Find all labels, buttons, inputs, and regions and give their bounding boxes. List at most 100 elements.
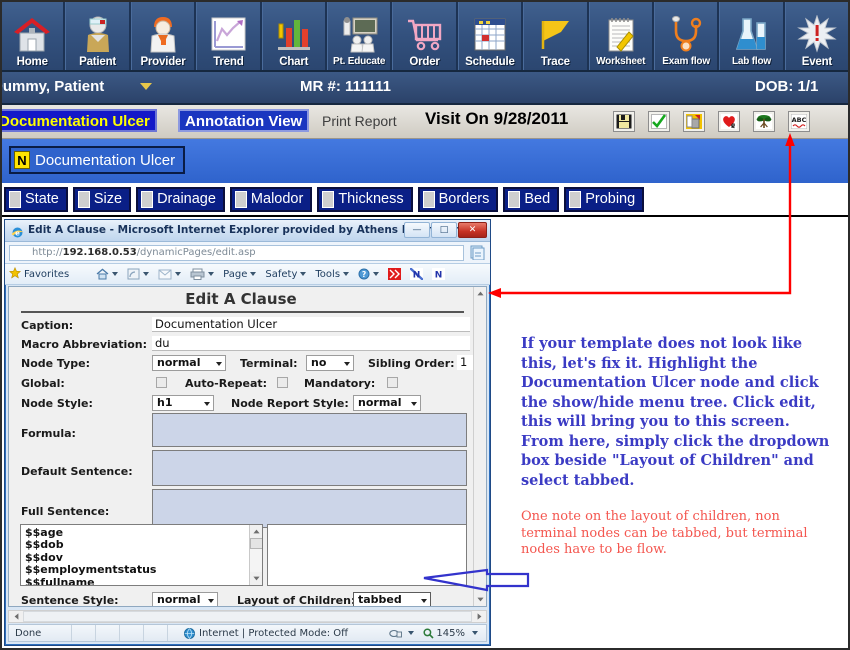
scroll-up-icon[interactable] <box>474 287 486 300</box>
feeds-button[interactable] <box>127 268 150 280</box>
patient-name[interactable]: Dummy, Patient <box>0 78 104 95</box>
node-chip-documentation-ulcer[interactable]: N Documentation Ulcer <box>9 146 186 174</box>
ie-title-bar[interactable]: e Edit A Clause - Microsoft Internet Exp… <box>5 220 490 242</box>
safety-menu[interactable]: Safety <box>265 269 307 280</box>
print-report-link[interactable]: Print Report <box>322 113 397 129</box>
formula-textarea[interactable] <box>152 413 467 447</box>
mr-number: MR #: 111111 <box>300 78 391 95</box>
category-tab-probing[interactable]: Probing <box>564 186 645 212</box>
list-item[interactable]: $$fullname <box>21 576 262 585</box>
chevron-down-icon[interactable] <box>472 631 478 635</box>
full-sentence-textarea[interactable] <box>152 489 467 528</box>
nav-label-home: Home <box>16 56 48 68</box>
zoom-icon[interactable] <box>423 627 434 639</box>
checkbox-icon[interactable] <box>322 190 335 208</box>
nav-button-event[interactable]: Event <box>784 0 850 70</box>
category-tab-bed[interactable]: Bed <box>503 186 560 212</box>
addon-n-icon-1[interactable]: N <box>410 268 424 280</box>
terminal-select[interactable]: no <box>306 355 354 371</box>
category-tab-malodor[interactable]: Malodor <box>229 186 313 212</box>
category-tab-drainage[interactable]: Drainage <box>136 186 225 212</box>
nav-button-exam-flow[interactable]: Exam flow <box>653 0 720 70</box>
checkbox-icon[interactable] <box>141 190 154 208</box>
save-icon[interactable] <box>613 111 635 132</box>
title-divider <box>21 311 464 313</box>
ie-url-input[interactable]: http://192.168.0.53/dynamicPages/edit.as… <box>9 245 464 261</box>
help-button[interactable]: ? <box>358 268 380 280</box>
page-vertical-scrollbar[interactable] <box>473 287 486 606</box>
heart-icon[interactable] <box>718 111 740 132</box>
layout-of-children-select[interactable]: tabbed <box>353 592 431 606</box>
category-tab-size[interactable]: Size <box>72 186 132 212</box>
global-checkbox[interactable] <box>156 377 167 388</box>
scroll-right-icon[interactable] <box>473 611 485 622</box>
nav-button-chart[interactable]: Chart <box>261 0 327 70</box>
status-security-zone[interactable]: Internet | Protected Mode: Off <box>184 627 348 639</box>
education-icon <box>329 12 389 56</box>
refresh-icon[interactable] <box>470 245 485 264</box>
macro-variable-listbox[interactable]: $$age $$dob $$dov $$employmentstatus $$f… <box>20 524 263 586</box>
addon-n-icon-2[interactable]: N <box>432 268 446 280</box>
nav-button-trend[interactable]: Trend <box>196 0 262 70</box>
favorites-button[interactable]: Favorites <box>8 266 69 282</box>
list-item[interactable]: $$employmentstatus <box>21 563 262 576</box>
tree-icon[interactable] <box>753 111 775 132</box>
scroll-up-icon[interactable] <box>250 525 262 538</box>
nav-button-worksheet[interactable]: Worksheet <box>588 0 654 70</box>
listbox-scrollbar[interactable] <box>249 525 262 585</box>
checkbox-icon[interactable] <box>77 190 90 208</box>
check-icon[interactable] <box>648 111 670 132</box>
scroll-thumb[interactable] <box>250 538 262 549</box>
nav-button-home[interactable]: Home <box>0 0 66 70</box>
macro-abbreviation-input[interactable]: du <box>152 336 470 351</box>
home-page-button[interactable] <box>96 268 119 280</box>
nav-button-pt-educate[interactable]: Pt. Educate <box>326 0 393 70</box>
chevron-down-icon[interactable] <box>140 83 152 90</box>
mandatory-checkbox[interactable] <box>387 377 398 388</box>
page-menu[interactable]: Page <box>223 269 257 280</box>
node-report-style-select[interactable]: normal <box>353 395 421 411</box>
node-style-select[interactable]: h1 <box>152 395 214 411</box>
privacy-icon[interactable] <box>389 628 403 639</box>
tab-annotation-view[interactable]: Annotation View <box>178 109 310 132</box>
category-tab-thickness[interactable]: Thickness <box>317 186 413 212</box>
default-sentence-textarea[interactable] <box>152 450 467 486</box>
nav-button-trace[interactable]: Trace <box>523 0 589 70</box>
category-tab-borders[interactable]: Borders <box>417 186 499 212</box>
spellcheck-abc-icon[interactable]: ABC <box>788 111 810 132</box>
nav-button-order[interactable]: Order <box>392 0 458 70</box>
minimize-button[interactable]: — <box>404 222 430 238</box>
nav-button-lab-flow[interactable]: Lab flow <box>719 0 785 70</box>
hscroll-thumb[interactable] <box>23 611 472 622</box>
checkbox-icon[interactable] <box>234 190 247 208</box>
tab-documentation-ulcer[interactable]: Documentation Ulcer <box>0 109 157 132</box>
scroll-down-icon[interactable] <box>474 593 486 606</box>
addon-red-icon[interactable] <box>388 268 402 280</box>
chevron-down-icon[interactable] <box>408 631 415 635</box>
checkbox-icon[interactable] <box>9 190 21 208</box>
checkbox-icon[interactable] <box>508 190 521 208</box>
checkbox-icon[interactable] <box>569 190 582 208</box>
auto-repeat-checkbox[interactable] <box>277 377 288 388</box>
caption-input[interactable]: Documentation Ulcer <box>152 317 470 332</box>
status-divider <box>143 625 144 641</box>
sentence-style-select[interactable]: normal <box>152 592 218 606</box>
page-horizontal-scrollbar[interactable] <box>8 610 487 623</box>
nav-button-provider[interactable]: Provider <box>130 0 197 70</box>
nav-button-schedule[interactable]: Schedule <box>457 0 524 70</box>
paste-icon[interactable] <box>683 111 705 132</box>
print-button[interactable] <box>190 268 215 280</box>
scroll-left-icon[interactable] <box>10 611 22 622</box>
node-type-select[interactable]: normal <box>152 355 226 371</box>
maximize-button[interactable]: □ <box>431 222 457 238</box>
scroll-down-icon[interactable] <box>250 572 262 585</box>
mail-button[interactable] <box>158 269 182 280</box>
nav-button-patient[interactable]: Patient <box>65 0 131 70</box>
tools-menu[interactable]: Tools <box>315 269 350 280</box>
status-zoom-control[interactable]: 145% <box>389 628 478 639</box>
list-item[interactable]: $$dob <box>21 538 262 551</box>
category-tab-state[interactable]: State <box>4 186 68 212</box>
patient-bar: Dummy, Patient MR #: 111111 DOB: 1/1 <box>0 72 850 105</box>
checkbox-icon[interactable] <box>422 190 435 208</box>
close-button[interactable]: ✕ <box>458 222 487 238</box>
